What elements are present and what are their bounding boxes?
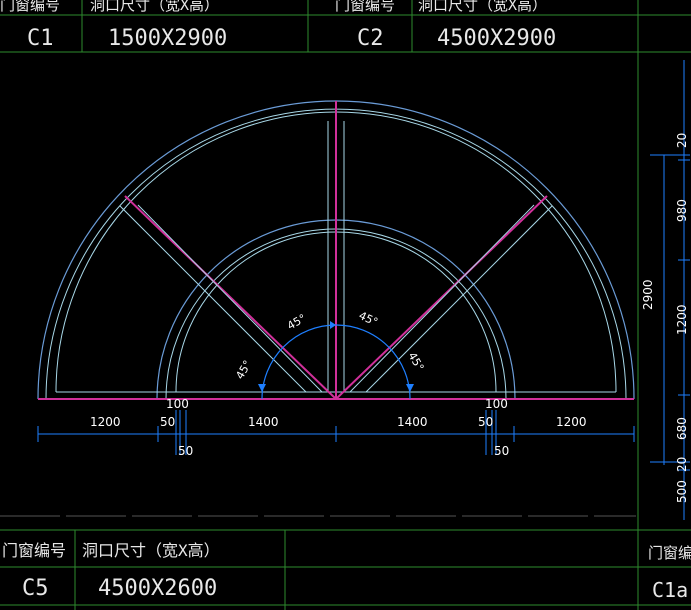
dim-label-1200-left: 1200 — [90, 415, 121, 429]
top-row-left-size: 1500X2900 — [108, 26, 227, 51]
right-diagonal-edge — [365, 205, 553, 393]
bottom-right-row-partial: C1a — [652, 578, 688, 602]
angle-arrow-icon — [258, 384, 266, 392]
top-header-right-code: 门窗编号 — [335, 0, 395, 14]
right-dimension-line — [650, 60, 690, 520]
dim-label-1200: 1200 — [675, 304, 689, 335]
bottom-right-header-partial: 门窗编 — [648, 544, 691, 562]
dim-label-50-right: 50 — [478, 415, 493, 429]
left-diagonal-edge — [137, 204, 323, 393]
right-diagonal-mullion — [335, 195, 548, 400]
bottom-dimension-line — [37, 410, 635, 455]
top-header-right-size: 洞口尺寸（宽X高） — [418, 0, 547, 14]
angle-label-4: 45° — [405, 350, 426, 373]
right-diagonal-edge — [349, 204, 535, 393]
angle-label-3: 45° — [357, 309, 380, 329]
top-header-left-size: 洞口尺寸（宽X高） — [90, 0, 219, 14]
angle-arrow-icon — [406, 384, 414, 392]
dim-label-50-left: 50 — [160, 415, 175, 429]
cad-drawing-canvas: 门窗编号 洞口尺寸（宽X高） 门窗编号 洞口尺寸（宽X高） C1 1500X29… — [0, 0, 691, 610]
dim-label-500: 500 — [675, 480, 689, 503]
top-row-right-size: 4500X2900 — [437, 26, 556, 51]
top-row-left-code: C1 — [27, 26, 54, 51]
dim-label-1400-right: 1400 — [397, 415, 428, 429]
bottom-row-code: C5 — [22, 576, 49, 601]
left-diagonal-mullion — [124, 195, 337, 400]
left-diagonal-edge — [119, 205, 307, 393]
dim-label-1400-left: 1400 — [248, 415, 279, 429]
dim-label-2900: 2900 — [641, 279, 655, 310]
dim-label-100-right: 100 — [485, 397, 508, 411]
angle-label-1: 45° — [233, 358, 254, 381]
dim-label-980: 980 — [675, 199, 689, 222]
dim-label-100-left: 100 — [166, 397, 189, 411]
dim-label-1200-right: 1200 — [556, 415, 587, 429]
bottom-header-size: 洞口尺寸（宽X高） — [82, 541, 220, 560]
dim-label-20-bottom: 20 — [675, 457, 689, 472]
top-header-left-code: 门窗编号 — [0, 0, 60, 14]
bottom-row-size: 4500X2600 — [98, 576, 217, 601]
dim-label-680: 680 — [675, 417, 689, 440]
bottom-header-code: 门窗编号 — [2, 541, 66, 560]
arch-window — [37, 100, 635, 400]
dim-label-50b-left: 50 — [178, 444, 193, 458]
dim-label-20-top: 20 — [675, 133, 689, 148]
top-row-right-code: C2 — [357, 26, 384, 51]
angle-label-2: 45° — [285, 312, 308, 333]
dim-label-50b-right: 50 — [494, 444, 509, 458]
